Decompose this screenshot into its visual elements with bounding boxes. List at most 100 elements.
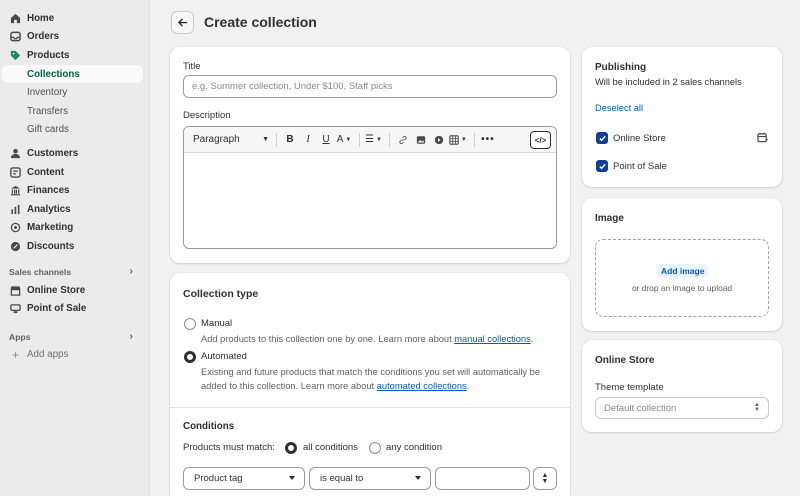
sidebar-item-online-store[interactable]: Online Store <box>0 281 149 300</box>
drop-image-text: or drop an image to upload <box>631 283 733 293</box>
tag-icon <box>10 50 21 61</box>
store-icon <box>10 285 21 296</box>
manual-desc-text: Add products to this collection one by o… <box>201 334 455 344</box>
sidebar-item-finances[interactable]: Finances <box>0 181 149 200</box>
back-button[interactable] <box>171 11 194 34</box>
link-icon[interactable] <box>395 132 411 148</box>
add-apps-link[interactable]: + Add apps <box>0 346 149 364</box>
pos-icon <box>10 303 21 314</box>
sidebar-item-home[interactable]: Home <box>0 9 149 28</box>
apps-header[interactable]: Apps › <box>0 328 149 346</box>
all-conditions-radio[interactable] <box>285 442 297 454</box>
check-icon <box>598 135 606 141</box>
sidebar-item-customers[interactable]: Customers <box>0 144 149 163</box>
manual-desc-suffix: . <box>530 334 534 344</box>
align-icon[interactable]: ☰ ▼ <box>365 132 382 148</box>
theme-template-select[interactable]: Default collection ▲ ▼ <box>595 397 769 419</box>
sidebar-item-analytics[interactable]: Analytics <box>0 200 149 219</box>
section-divider <box>170 407 570 408</box>
more-icon[interactable]: ••• <box>480 132 496 148</box>
title-label: Title <box>183 61 201 72</box>
automated-collections-link[interactable]: automated collections <box>377 381 467 391</box>
manual-radio[interactable] <box>184 318 196 330</box>
description-editor[interactable]: Paragraph ▼ B I U A ▼ ☰ ▼ ▼ ••• </> <box>183 126 557 249</box>
target-icon <box>10 222 21 233</box>
calendar-icon[interactable] <box>757 132 768 146</box>
sidebar-item-label: Content <box>27 166 65 178</box>
sidebar-item-point-of-sale[interactable]: Point of Sale <box>0 299 149 318</box>
paragraph-select[interactable]: Paragraph ▼ <box>193 132 269 148</box>
bold-icon[interactable]: B <box>282 132 298 148</box>
apps-title: Apps <box>9 331 31 342</box>
automated-label: Automated <box>201 351 247 362</box>
discount-icon <box>10 241 21 252</box>
sidebar-item-label: Analytics <box>27 203 71 215</box>
sidebar-item-label: Marketing <box>27 222 74 234</box>
any-condition-radio[interactable] <box>369 442 381 454</box>
toolbar-divider <box>276 132 277 147</box>
point-of-sale-checkbox[interactable] <box>596 160 608 172</box>
description-label: Description <box>183 110 231 121</box>
video-icon[interactable] <box>431 132 447 148</box>
sidebar-item-marketing[interactable]: Marketing <box>0 219 149 238</box>
plus-icon: + <box>11 347 19 362</box>
conditions-title: Conditions <box>183 421 235 432</box>
sidebar: Home Orders Products Collections Invento… <box>0 0 150 496</box>
chevron-right-icon: › <box>129 266 133 278</box>
sidebar-item-label: Home <box>27 12 55 24</box>
image-dropzone[interactable]: Add image or drop an image to upload <box>595 239 769 317</box>
inbox-icon <box>10 31 21 42</box>
condition-stepper[interactable]: ▲ ▼ <box>533 467 557 490</box>
sidebar-item-content[interactable]: Content <box>0 163 149 182</box>
theme-template-label: Theme template <box>595 382 664 393</box>
image-icon[interactable] <box>413 132 429 148</box>
sidebar-item-products[interactable]: Products <box>0 46 149 65</box>
point-of-sale-channel-label: Point of Sale <box>613 161 667 172</box>
table-icon[interactable]: ▼ <box>449 132 467 148</box>
sidebar-item-orders[interactable]: Orders <box>0 28 149 47</box>
automated-radio[interactable] <box>184 351 196 363</box>
condition-field-select[interactable]: Product tag <box>183 467 305 490</box>
automated-desc-text: Existing and future products that match … <box>201 367 541 391</box>
sidebar-subitem-collections[interactable]: Collections <box>2 64 143 84</box>
deselect-all-link[interactable]: Deselect all <box>595 101 643 115</box>
manual-collections-link[interactable]: manual collections <box>454 334 530 344</box>
sales-channels-header[interactable]: Sales channels › <box>0 263 149 281</box>
home-icon <box>10 13 21 24</box>
check-icon <box>598 163 606 169</box>
text-color-icon[interactable]: A ▼ <box>336 132 352 148</box>
sidebar-item-label: Point of Sale <box>27 303 87 315</box>
condition-value-input[interactable] <box>435 467 530 490</box>
sidebar-item-label: Discounts <box>27 240 75 252</box>
publishing-title: Publishing <box>595 62 647 73</box>
content-icon <box>10 166 21 178</box>
underline-icon[interactable]: U <box>318 132 334 148</box>
toolbar-divider <box>473 132 475 147</box>
sidebar-item-label: Finances <box>27 185 70 197</box>
person-icon <box>10 148 21 159</box>
chevron-right-icon: › <box>129 331 133 343</box>
online-store-checkbox[interactable] <box>596 132 608 144</box>
title-input[interactable]: e.g. Summer collection, Under $100, Staf… <box>183 75 557 98</box>
manual-description: Add products to this collection one by o… <box>201 332 551 346</box>
caret-down-icon <box>415 476 421 480</box>
any-condition-label: any condition <box>386 442 442 453</box>
online-store-title: Online Store <box>595 355 655 366</box>
sidebar-subitem-gift-cards[interactable]: Gift cards <box>0 121 149 140</box>
condition-field-value: Product tag <box>194 473 243 484</box>
title-placeholder: e.g. Summer collection, Under $100, Staf… <box>192 81 393 92</box>
add-apps-label: Add apps <box>27 349 69 361</box>
code-view-icon[interactable]: </> <box>530 131 551 149</box>
italic-icon[interactable]: I <box>300 132 316 148</box>
paragraph-select-label: Paragraph <box>193 134 240 145</box>
page-title: Create collection <box>204 14 317 30</box>
sidebar-item-discounts[interactable]: Discounts <box>0 237 149 256</box>
publishing-subtitle: Will be included in 2 sales channels <box>595 77 742 87</box>
sidebar-subitem-transfers[interactable]: Transfers <box>0 102 149 121</box>
sidebar-subitem-inventory[interactable]: Inventory <box>0 83 149 102</box>
all-conditions-label: all conditions <box>303 442 358 453</box>
toolbar-divider <box>359 132 360 147</box>
condition-operator-select[interactable]: is equal to <box>309 467 431 490</box>
add-image-button[interactable]: Add image <box>657 264 709 277</box>
caret-down-icon <box>289 476 295 480</box>
